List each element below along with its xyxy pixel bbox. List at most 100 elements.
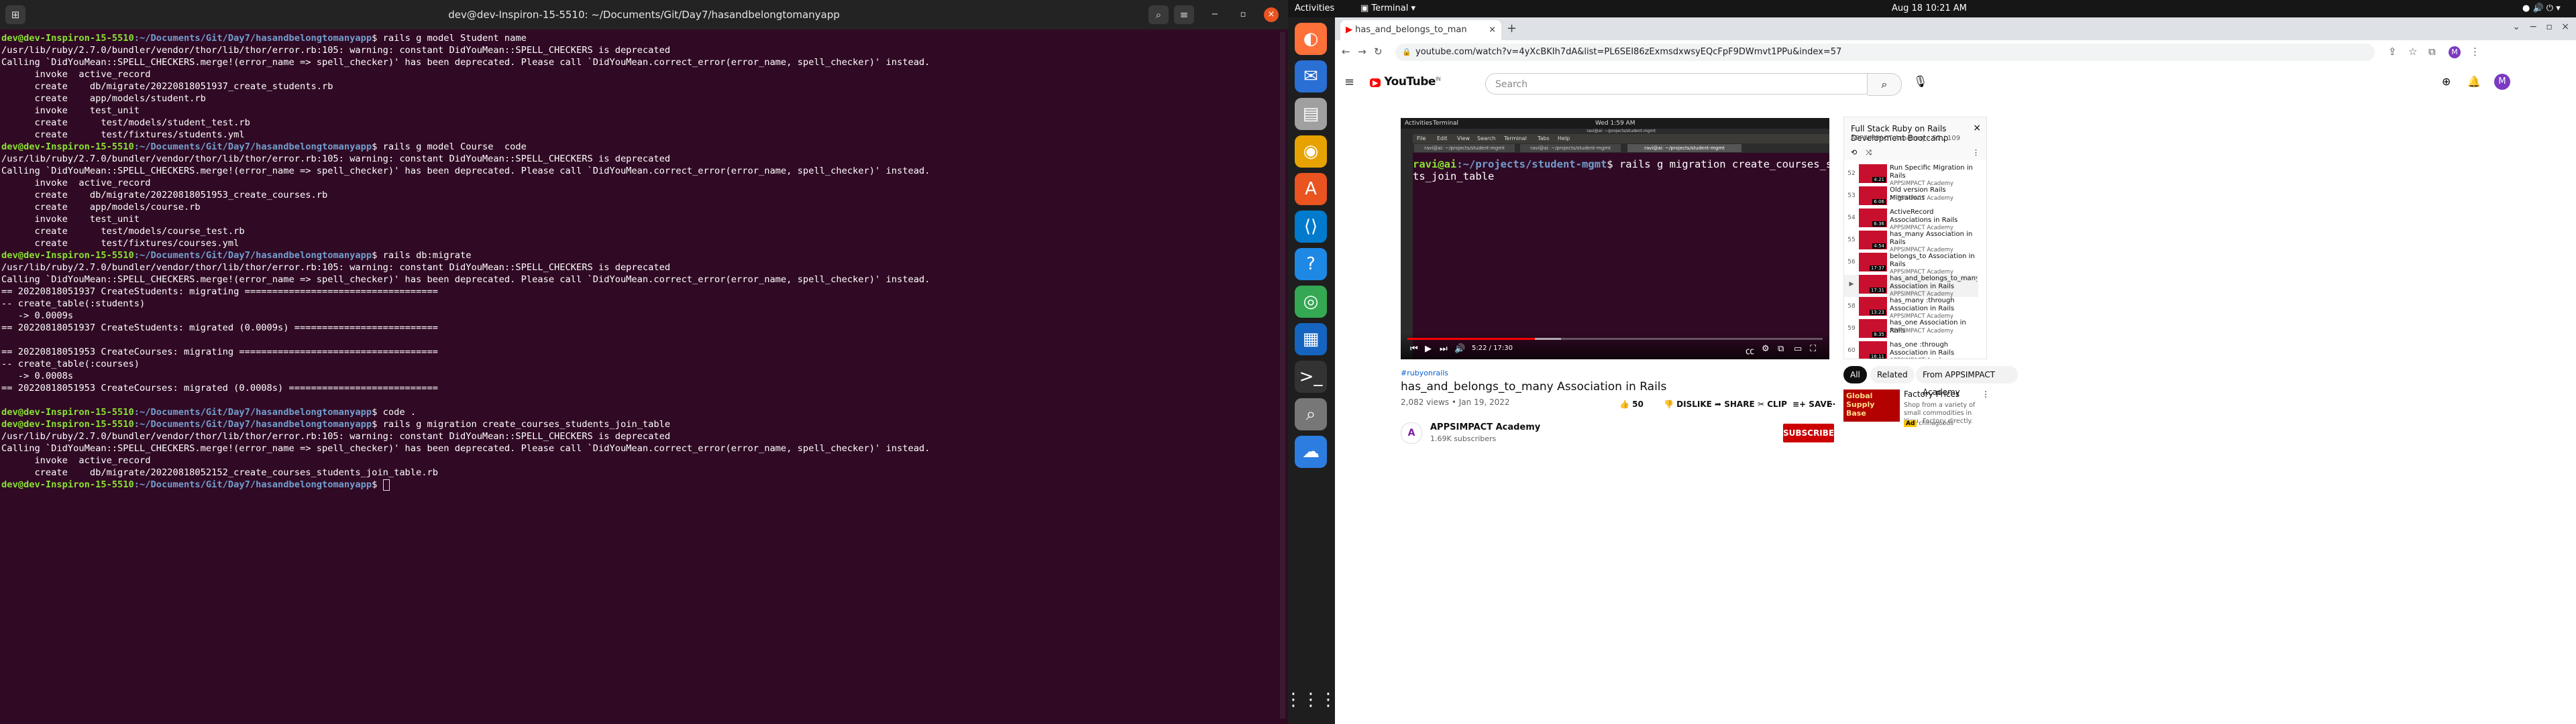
save-button[interactable]: ≡+ SAVE [1792,400,1832,409]
playlist-item-title[interactable]: has_one :through Association in Rails [1890,341,1977,357]
chrome-icon[interactable]: ◎ [1295,286,1327,318]
new-tab-button[interactable]: + [1507,21,1517,36]
search-app-icon[interactable]: ⌕ [1295,398,1327,430]
notifications-icon[interactable]: 🔔 [2467,75,2481,88]
shuffle-icon[interactable]: ⤨ [1866,148,1872,158]
playlist-item[interactable]: 59 8:35 has_one Association in Rails APPSIM… [1844,319,1978,341]
vscode-icon[interactable]: ⟨⟩ [1295,210,1327,243]
playlist-thumbnail[interactable]: 8:35 [1859,319,1887,338]
fullscreen-icon[interactable]: ⛶ [1810,344,1816,354]
theater-mode-icon[interactable]: ▭ [1794,344,1802,354]
activities-button[interactable]: Activities [1295,0,1334,17]
clock[interactable]: Aug 18 10:21 AM [1892,0,1967,17]
profile-avatar[interactable]: M [2449,46,2461,58]
rhythmbox-icon[interactable]: ◉ [1295,135,1327,168]
bookmark-star-icon[interactable]: ☆ [2408,46,2417,58]
close-icon[interactable]: × [1264,7,1279,22]
playlist-item[interactable]: 52 4:21 Run Specific Migration in Rails APP… [1844,164,1978,187]
volume-icon[interactable]: 🔊 [1454,344,1465,354]
system-status-icons[interactable]: ● 🔊 ⏻ ▾ [2522,0,2561,17]
youtube-search-button[interactable]: ⌕ [1868,73,1902,96]
more-actions-icon[interactable]: ⋯ [1827,400,1835,409]
hashtag-link[interactable]: #rubyonrails [1401,369,1837,377]
search-icon[interactable]: ⌕ [1148,5,1169,24]
minimize-icon[interactable]: − [1208,7,1222,22]
loop-icon[interactable]: ⟲ [1851,148,1857,157]
files-icon[interactable]: ▤ [1295,98,1327,130]
terminal-icon[interactable]: >_ [1295,361,1327,393]
terminal-output[interactable]: dev@dev-Inspiron-15-5510:~/Documents/Git… [0,32,1283,716]
hamburger-menu-icon[interactable]: ≡ [1174,5,1194,24]
voice-search-icon[interactable]: 🎙 [1913,75,1928,88]
software-icon[interactable]: A [1295,173,1327,205]
help-icon[interactable]: ? [1295,248,1327,280]
playlist-item-title[interactable]: belongs_to Association in Rails [1890,253,1977,269]
terminal-scrollbar[interactable] [1280,32,1285,719]
play-icon[interactable]: ▶ [1425,344,1432,354]
captions-icon[interactable]: ㏄ [1746,344,1754,357]
guide-menu-icon[interactable]: ≡ [1344,75,1354,89]
playlist-item[interactable]: 53 6:06 Old version Rails Migrations APPSIM… [1844,186,1978,208]
settings-gear-icon[interactable]: ⚙ [1762,344,1770,354]
forward-icon[interactable]: → [1358,46,1366,58]
like-button[interactable]: 👍 50 [1619,400,1644,409]
playlist-item-title[interactable]: has_many Association in Rails [1890,231,1977,247]
chip-related[interactable]: Related [1870,366,1915,383]
extensions-icon[interactable]: ⧉ [2428,46,2436,58]
playlist-thumbnail[interactable]: 6:36 [1859,208,1887,227]
window-controls[interactable]: ⌄ − ▫ × [2512,21,2569,32]
playlist-item[interactable]: 55 4:54 has_many Association in Rails APPSI… [1844,231,1978,253]
playlist-thumbnail[interactable]: 17:31 [1859,275,1887,294]
subscribe-button[interactable]: SUBSCRIBE [1783,424,1834,442]
ad-recommendation[interactable]: Global Supply Base Factory Prices Shop f… [1843,389,1992,457]
browser-tab-youtube[interactable]: ▶ has_and_belongs_to_man × [1340,20,1501,40]
clip-button[interactable]: ✂ CLIP [1758,400,1787,409]
channel-name[interactable]: APPSIMPACT Academy [1430,422,1540,432]
youtube-search-input[interactable]: Search [1485,73,1868,95]
firefox-icon[interactable]: ◐ [1295,23,1327,55]
thunderbird-icon[interactable]: ✉ [1295,60,1327,93]
playlist-item[interactable]: 58 13:23 has_many :through Association in … [1844,297,1978,320]
video-progress-bar[interactable] [1407,338,1823,340]
playlist-thumbnail[interactable]: 16:11 [1859,341,1887,359]
document-viewer-icon[interactable]: ▦ [1295,323,1327,355]
chrome-menu-icon[interactable]: ⋮ [2470,46,2480,58]
close-tab-icon[interactable]: × [1489,20,1496,40]
playlist-item-title[interactable]: has_many :through Association in Rails [1890,297,1977,313]
video-player[interactable]: Activities Terminal Wed 1:59 AM ravi@ai:… [1401,118,1829,359]
ad-thumbnail[interactable]: Global Supply Base [1843,389,1900,422]
chip-all[interactable]: All [1843,366,1867,383]
channel-avatar[interactable]: A [1401,422,1422,444]
playlist-thumbnail[interactable]: 4:54 [1859,231,1887,249]
share-icon[interactable]: ⇪ [2388,46,2397,58]
playlist-item[interactable]: 54 6:36 ActiveRecord Associations in Rails… [1844,208,1978,231]
playlist-item-title[interactable]: ActiveRecord Associations in Rails [1890,208,1977,225]
playlist-thumbnail[interactable]: 4:21 [1859,164,1887,183]
app-menu[interactable]: ▣ Terminal ▾ [1360,0,1415,17]
chip-from-channel[interactable]: From APPSIMPACT Academy [1916,366,2018,397]
playlist-thumbnail[interactable]: 17:37 [1859,253,1887,272]
cloud-app-icon[interactable]: ☁ [1295,436,1327,468]
playlist-item-title[interactable]: has_and_belongs_to_many Association in R… [1890,275,1977,291]
playlist-item[interactable]: 56 17:37 belongs_to Association in Rails AP… [1844,253,1978,276]
create-icon[interactable]: ⊕ [2442,75,2451,88]
close-playlist-icon[interactable]: × [1973,123,1981,133]
playlist-more-icon[interactable]: ⋮ [1972,148,1980,157]
back-icon[interactable]: ← [1342,46,1350,58]
address-bar[interactable]: 🔒 youtube.com/watch?v=4yXcBKIh7dA&list=P… [1395,44,2375,61]
terminal-window[interactable]: ⊞ dev@dev-Inspiron-15-5510: ~/Documents/… [0,0,1288,724]
ad-more-icon[interactable]: ⋮ [1982,389,1990,399]
youtube-logo[interactable]: ▶ YouTubeIN [1370,75,1441,88]
playlist-thumbnail[interactable]: 13:23 [1859,297,1887,316]
next-icon[interactable]: ⏭ [1440,344,1448,354]
ad-title[interactable]: Factory Prices [1904,389,1960,399]
maximize-icon[interactable]: ▫ [1236,7,1250,22]
dislike-button[interactable]: 👎 DISLIKE [1664,400,1712,409]
playlist-item[interactable]: 60 16:11 has_one :through Association in R… [1844,341,1978,359]
share-button[interactable]: ➦ SHARE [1715,400,1755,409]
playlist-item-title[interactable]: Run Specific Migration in Rails [1890,164,1977,180]
previous-icon[interactable]: ⏮ [1410,344,1418,354]
miniplayer-icon[interactable]: ⧉ [1778,344,1784,354]
playlist-item-current[interactable]: ▶ 17:31 has_and_belongs_to_many Associatio… [1844,275,1978,298]
show-applications-icon[interactable]: ⋮⋮⋮ [1285,684,1337,716]
